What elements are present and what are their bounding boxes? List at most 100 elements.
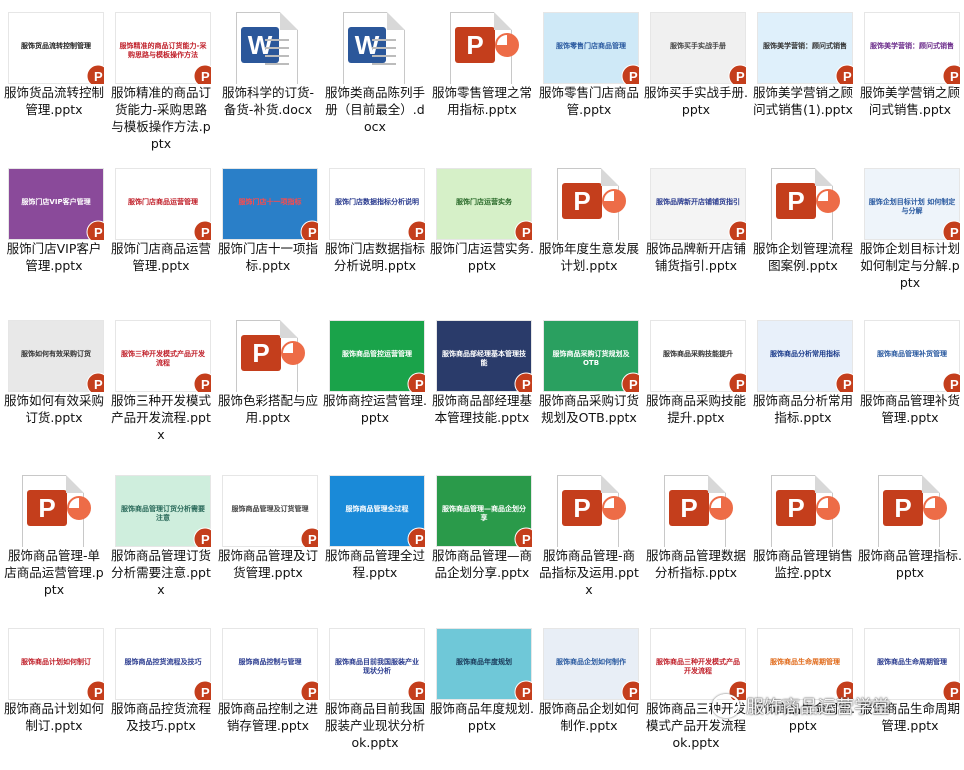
file-item[interactable]: P 服饰零售管理之常用指标.pptx (428, 4, 535, 154)
slide-title: 服饰货品流转控制管理 (21, 42, 91, 50)
file-item[interactable]: 服饰商品控制与管理 P 服饰商品控制之进销存管理.pptx (214, 620, 321, 770)
file-item[interactable]: P 服饰商品管理-商品指标及运用.pptx (535, 467, 642, 617)
file-thumbnail: 服饰商品目前我国服装产业现状分析 P (329, 628, 425, 700)
file-thumbnail: 服饰商品控制与管理 P (222, 628, 318, 700)
file-thumbnail: W (222, 12, 318, 84)
file-item[interactable]: 服饰三种开发模式产品开发流程 P 服饰三种开发模式产品开发流程.pptx (107, 312, 214, 462)
powerpoint-badge-icon: P (193, 680, 211, 700)
file-item[interactable]: 服饰货品流转控制管理 P 服饰货品流转控制管理.pptx (0, 4, 107, 154)
file-item[interactable]: 服饰商品分析常用指标 P 服饰商品分析常用指标.pptx (749, 312, 856, 462)
file-name: 服饰商品企划如何制作.pptx (538, 701, 639, 733)
file-name: 服饰企划目标计划如何制定与分解.pptx (859, 241, 960, 290)
powerpoint-badge-icon: P (728, 64, 746, 84)
pptx-file-icon: P (22, 475, 91, 547)
svg-text:P: P (522, 377, 531, 392)
svg-text:P: P (843, 377, 852, 392)
powerpoint-badge-icon: P (728, 372, 746, 392)
svg-text:P: P (308, 685, 317, 700)
file-item[interactable]: 服饰商品企划如何制作 P 服饰商品企划如何制作.pptx (535, 620, 642, 770)
powerpoint-badge-icon: P (728, 220, 746, 240)
file-item[interactable]: W 服饰科学的订货-备货-补货.docx (214, 4, 321, 154)
file-item[interactable]: 服饰零售门店商品管理 P 服饰零售门店商品管.pptx (535, 4, 642, 154)
powerpoint-badge-icon: P (300, 527, 318, 547)
file-name: 服饰商品目前我国服装产业现状分析ok.pptx (324, 701, 425, 750)
file-item[interactable]: P 服饰商品管理销售监控.pptx (749, 467, 856, 617)
file-name: 服饰门店数据指标分析说明.pptx (324, 241, 425, 273)
file-name: 服饰商品分析常用指标.pptx (752, 393, 853, 425)
slide-title: 服饰商品计划如何制订 (21, 658, 91, 666)
file-item[interactable]: P 服饰年度生意发展计划.pptx (535, 160, 642, 310)
file-thumbnail: 服饰商品管理订货分析需要注意 P (115, 475, 211, 547)
file-item[interactable]: 服饰商品管理补货管理 P 服饰商品管理补货管理.pptx (856, 312, 963, 462)
svg-text:P: P (415, 685, 424, 700)
file-item[interactable]: 服饰商品采购订货规划及OTB P 服饰商品采购订货规划及OTB.pptx (535, 312, 642, 462)
file-item[interactable]: 服饰商品目前我国服装产业现状分析 P 服饰商品目前我国服装产业现状分析ok.pptx (321, 620, 428, 770)
file-name: 服饰企划管理流程图案例.pptx (752, 241, 853, 273)
file-item[interactable]: 服饰买手实战手册 P 服饰买手实战手册.pptx (642, 4, 749, 154)
file-item[interactable]: 服饰门店运营实务 P 服饰门店运营实务.pptx (428, 160, 535, 310)
svg-text:P: P (415, 225, 424, 240)
watermark: 服饰商品运营学堂 (712, 692, 890, 720)
file-item[interactable]: 服饰门店数据指标分析说明 P 服饰门店数据指标分析说明.pptx (321, 160, 428, 310)
docx-file-icon: W (343, 12, 405, 84)
file-item[interactable]: 服饰商品计划如何制订 P 服饰商品计划如何制订.pptx (0, 620, 107, 770)
file-item[interactable]: 服饰美学营销：顾问式销售 P 服饰美学营销之顾问式销售.pptx (856, 4, 963, 154)
file-name: 服饰门店VIP客户管理.pptx (6, 241, 102, 273)
slide-title: 服饰三种开发模式产品开发流程 (121, 350, 205, 367)
file-item[interactable]: 服饰商品管理全过程 P 服饰商品管理全过程.pptx (321, 467, 428, 617)
file-name: 服饰品牌新开店铺铺货指引.pptx (645, 241, 746, 273)
svg-text:P: P (201, 685, 210, 700)
file-item[interactable]: 服饰门店VIP客户管理 P 服饰门店VIP客户管理.pptx (0, 160, 107, 310)
file-item[interactable]: 服饰商品年度规划 P 服饰商品年度规划.pptx (428, 620, 535, 770)
watermark-text: 服饰商品运营学堂 (746, 697, 890, 718)
file-thumbnail: 服饰门店商品运营管理 P (115, 168, 211, 240)
file-name: 服饰商品管理指标.pptx (858, 548, 962, 580)
file-item[interactable]: 服饰商品部经理基本管理技能 P 服饰商品部经理基本管理技能.pptx (428, 312, 535, 462)
file-item[interactable]: 服饰商品管理订货分析需要注意 P 服饰商品管理订货分析需要注意.pptx (107, 467, 214, 617)
file-item[interactable]: 服饰商品管理—商品企划分享 P 服饰商品管理—商品企划分享.pptx (428, 467, 535, 617)
file-name: 服饰货品流转控制管理.pptx (3, 85, 104, 117)
slide-title: 服饰门店十一项指标 (238, 198, 302, 206)
svg-text:P: P (522, 225, 531, 240)
powerpoint-logo-icon: P (562, 490, 602, 526)
svg-text:P: P (736, 69, 745, 84)
file-item[interactable]: 服饰如何有效采购订货 P 服饰如何有效采购订货.pptx (0, 312, 107, 462)
file-thumbnail: P (864, 475, 960, 547)
file-item[interactable]: 服饰门店商品运营管理 P 服饰门店商品运营管理.pptx (107, 160, 214, 310)
file-name: 服饰年度生意发展计划.pptx (538, 241, 639, 273)
file-item[interactable]: P 服饰商品管理数据分析指标.pptx (642, 467, 749, 617)
file-name: 服饰商品管理-商品指标及运用.pptx (539, 548, 639, 597)
file-item[interactable]: P 服饰商品管理-单店商品运营管理.pptx (0, 467, 107, 617)
file-name: 服饰类商品陈列手册（目前最全）.docx (324, 85, 425, 134)
file-item[interactable]: 服饰美学营销：顾问式销售 P 服饰美学营销之顾问式销售(1).pptx (749, 4, 856, 154)
file-item[interactable]: P 服饰企划管理流程图案例.pptx (749, 160, 856, 310)
file-item[interactable]: 服饰商品管理及订货管理 P 服饰商品管理及订货管理.pptx (214, 467, 321, 617)
file-item[interactable]: 服饰商品采购技能提升 P 服饰商品采购技能提升.pptx (642, 312, 749, 462)
file-item[interactable]: 服饰品牌新开店铺铺货指引 P 服饰品牌新开店铺铺货指引.pptx (642, 160, 749, 310)
file-name: 服饰商品控制之进销存管理.pptx (217, 701, 318, 733)
slide-title: 服饰商品目前我国服装产业现状分析 (335, 658, 419, 675)
file-item[interactable]: 服饰精准的商品订货能力-采购思路与模板操作方法 P 服饰精准的商品订货能力-采购思路… (107, 4, 214, 154)
file-name: 服饰科学的订货-备货-补货.docx (221, 85, 314, 117)
file-item[interactable]: 服饰商品管控运营管理 P 服饰商控运营管理.pptx (321, 312, 428, 462)
powerpoint-logo-icon: P (776, 183, 816, 219)
docx-file-icon: W (236, 12, 298, 84)
file-grid: 服饰货品流转控制管理 P 服饰货品流转控制管理.pptx 服饰精准的商品订货能力-采购… (0, 0, 964, 751)
powerpoint-badge-icon: P (407, 220, 425, 240)
file-item[interactable]: 服饰商品控货流程及技巧 P 服饰商品控货流程及技巧.pptx (107, 620, 214, 770)
powerpoint-badge-icon: P (86, 220, 104, 240)
powerpoint-badge-icon: P (514, 220, 532, 240)
file-name: 服饰商品采购订货规划及OTB.pptx (538, 393, 639, 425)
pptx-file-icon: P (557, 475, 626, 547)
pptx-file-icon: P (236, 320, 305, 392)
file-item[interactable]: W 服饰类商品陈列手册（目前最全）.docx (321, 4, 428, 154)
file-item[interactable]: 服饰企划目标计划 如何制定与分解 P 服饰企划目标计划如何制定与分解.pptx (856, 160, 963, 310)
file-thumbnail: 服饰货品流转控制管理 P (8, 12, 104, 84)
powerpoint-badge-icon: P (621, 64, 639, 84)
svg-text:P: P (522, 532, 531, 547)
file-item[interactable]: P 服饰商品管理指标.pptx (856, 467, 963, 617)
file-item[interactable]: 服饰门店十一项指标 P 服饰门店十一项指标.pptx (214, 160, 321, 310)
svg-text:P: P (94, 377, 103, 392)
file-name: 服饰商品管理及订货管理.pptx (217, 548, 318, 580)
file-item[interactable]: P 服饰色彩搭配与应用.pptx (214, 312, 321, 462)
